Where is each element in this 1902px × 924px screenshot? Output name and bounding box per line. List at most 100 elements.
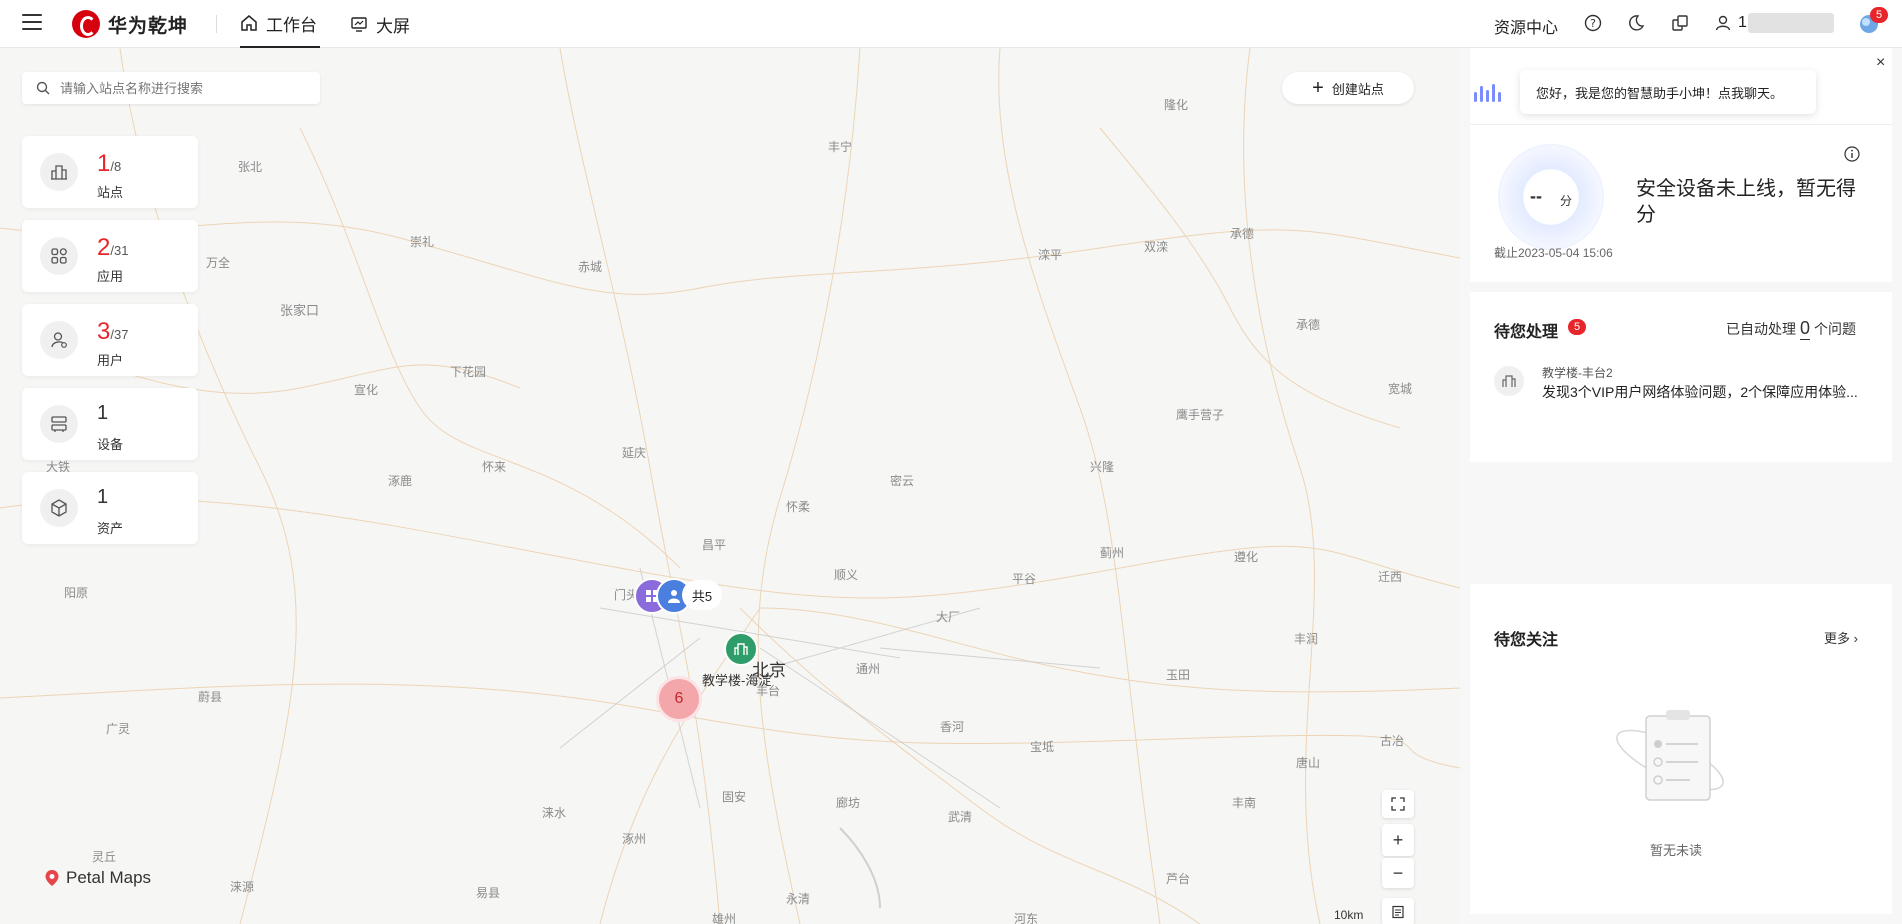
building-icon bbox=[1494, 366, 1524, 396]
resource-center-link[interactable]: 资源中心 bbox=[1494, 14, 1558, 38]
zoom-out-button[interactable]: − bbox=[1382, 858, 1414, 888]
place-label: 赤城 bbox=[578, 260, 603, 274]
masked-username bbox=[1748, 13, 1834, 33]
place-label: 丰宁 bbox=[828, 140, 853, 154]
layer-list-icon[interactable] bbox=[1382, 898, 1414, 924]
tab-workbench-label: 工作台 bbox=[266, 15, 317, 35]
close-icon[interactable]: × bbox=[1876, 54, 1885, 72]
place-label: 鹰手营子 bbox=[1176, 408, 1225, 422]
place-label: 大厂 bbox=[936, 610, 961, 624]
place-label: 隆化 bbox=[1164, 98, 1189, 112]
stat-card-sites[interactable]: 1/8 站点 bbox=[22, 136, 198, 208]
place-label: 蓟州 bbox=[1100, 546, 1125, 560]
zoom-in-button[interactable]: + bbox=[1382, 824, 1414, 856]
place-label: 密云 bbox=[890, 474, 915, 488]
auto-handled-count[interactable]: 0 bbox=[1800, 318, 1811, 340]
place-label: 双滦 bbox=[1144, 240, 1169, 254]
stat-value: 1 bbox=[97, 486, 109, 508]
tenant-switch-icon[interactable] bbox=[1671, 14, 1689, 37]
stat-card-apps[interactable]: 2/31 应用 bbox=[22, 220, 198, 292]
place-label: 延庆 bbox=[622, 446, 647, 460]
notification-icon[interactable]: 5 bbox=[1858, 7, 1888, 40]
user-account[interactable]: 1 bbox=[1738, 14, 1747, 32]
user-icon bbox=[668, 590, 680, 603]
place-label: 永清 bbox=[786, 892, 811, 906]
map-area[interactable]: 隆化 张北 丰宁 承德 崇礼 万全 赤城 滦平 双滦 张家口 承德 宽城 下花园… bbox=[0, 48, 1460, 924]
chevron-right-icon: › bbox=[1850, 631, 1858, 646]
place-label: 廊坊 bbox=[836, 796, 861, 810]
divider bbox=[1470, 282, 1892, 292]
stat-total: /8 bbox=[110, 159, 122, 174]
place-label: 蔚县 bbox=[198, 690, 223, 704]
stat-label: 资产 bbox=[97, 521, 124, 536]
assistant-bubble[interactable]: 您好，我是您的智慧助手小坤！点我聊天。 bbox=[1520, 70, 1816, 114]
device-icon bbox=[40, 405, 78, 443]
alarm-cluster-marker[interactable]: 6 bbox=[656, 676, 702, 722]
info-icon[interactable] bbox=[1844, 146, 1860, 167]
petal-maps-logo: Petal Maps bbox=[44, 868, 151, 888]
place-label: 丰润 bbox=[1294, 632, 1319, 646]
brand-name: 华为乾坤 bbox=[108, 15, 189, 37]
security-score-unit: 分 bbox=[1560, 194, 1573, 208]
city-label: 北京 bbox=[752, 661, 786, 680]
place-label: 宽城 bbox=[1388, 382, 1413, 396]
create-site-button[interactable]: + 创建站点 bbox=[1282, 72, 1414, 104]
site-search-input[interactable] bbox=[58, 79, 302, 97]
place-label: 万全 bbox=[206, 256, 231, 270]
attention-title: 待您关注 bbox=[1494, 632, 1559, 649]
stat-total: /37 bbox=[110, 327, 129, 342]
stat-label: 站点 bbox=[97, 185, 124, 200]
stat-value: 1 bbox=[97, 402, 109, 424]
security-score-message: 安全设备未上线，暂无得分 bbox=[1636, 178, 1856, 226]
security-score-date: 截止2023-05-04 15:06 bbox=[1494, 246, 1613, 260]
tab-workbench[interactable]: 工作台 bbox=[240, 0, 320, 48]
place-label: 古冶 bbox=[1380, 734, 1405, 748]
menu-icon[interactable] bbox=[22, 14, 42, 32]
brand-logo[interactable]: 华为乾坤 bbox=[72, 10, 188, 38]
svg-text:?: ? bbox=[1590, 17, 1596, 30]
stat-value: 2 bbox=[97, 234, 111, 261]
more-link[interactable]: 更多 › bbox=[1824, 628, 1858, 647]
voice-wave-icon bbox=[1474, 84, 1501, 102]
stat-value: 1 bbox=[97, 150, 111, 177]
dark-mode-icon[interactable] bbox=[1627, 14, 1645, 37]
stat-card-assets[interactable]: 1 资产 bbox=[22, 472, 198, 544]
map-scale: 10km bbox=[1334, 908, 1372, 924]
cluster-total-badge[interactable]: 共5 bbox=[682, 580, 722, 610]
help-icon[interactable]: ? bbox=[1584, 14, 1602, 37]
monitor-icon bbox=[351, 17, 367, 32]
stat-total: /31 bbox=[110, 243, 129, 258]
site-search[interactable] bbox=[22, 72, 320, 104]
huawei-logo-icon bbox=[72, 10, 100, 38]
plus-icon: + bbox=[1312, 77, 1324, 99]
tab-bigscreen[interactable]: 大屏 bbox=[350, 0, 410, 48]
user-icon[interactable] bbox=[1714, 14, 1732, 37]
fullscreen-icon[interactable] bbox=[1382, 790, 1414, 818]
tab-bigscreen-label: 大屏 bbox=[376, 16, 410, 36]
place-label: 河东 bbox=[1014, 912, 1039, 924]
user-icon bbox=[40, 321, 78, 359]
place-label: 昌平 bbox=[702, 538, 727, 552]
place-label: 涞源 bbox=[230, 880, 255, 894]
place-label: 怀柔 bbox=[786, 500, 811, 514]
place-label: 平谷 bbox=[1012, 572, 1037, 586]
place-label: 承德 bbox=[1230, 227, 1255, 241]
place-label: 涞水 bbox=[542, 806, 567, 820]
place-label: 雄州 bbox=[712, 912, 737, 924]
pending-count-badge: 5 bbox=[1568, 319, 1586, 335]
stat-card-users[interactable]: 3/37 用户 bbox=[22, 304, 198, 376]
stat-card-devices[interactable]: 1 设备 bbox=[22, 388, 198, 460]
pending-item[interactable]: 教学楼-丰台2 发现3个VIP用户网络体验问题，2个保障应用体验... bbox=[1494, 364, 1874, 404]
assistant-text: 您好，我是您的智慧助手小坤！点我聊天。 bbox=[1536, 85, 1784, 101]
divider bbox=[1470, 124, 1892, 125]
building-icon bbox=[734, 643, 748, 655]
pending-item-desc: 发现3个VIP用户网络体验问题，2个保障应用体验... bbox=[1542, 384, 1858, 400]
stat-label: 用户 bbox=[97, 353, 124, 368]
place-label: 武清 bbox=[948, 810, 973, 824]
place-label: 下花园 bbox=[450, 365, 487, 379]
stat-label: 设备 bbox=[97, 437, 124, 452]
place-label: 崇礼 bbox=[410, 235, 435, 249]
security-score-ring bbox=[1500, 146, 1602, 248]
map-pin-icon bbox=[45, 870, 59, 886]
stat-label: 应用 bbox=[97, 269, 124, 284]
